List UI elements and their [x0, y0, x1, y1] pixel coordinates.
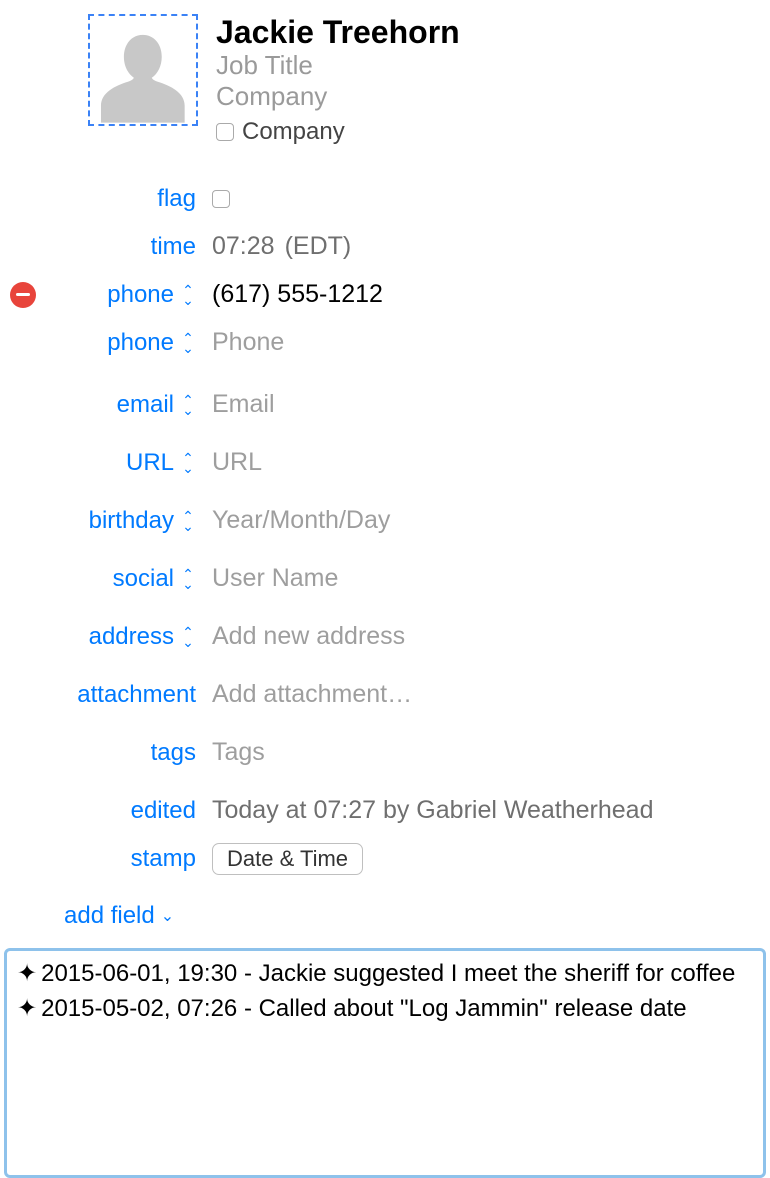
row-time: time 07:28 (EDT) [10, 226, 760, 268]
attachment-placeholder[interactable]: Add attachment… [212, 680, 412, 709]
label-social[interactable]: social [113, 565, 174, 593]
row-social: social ⌃⌄ User Name [10, 558, 760, 600]
field-type-selector-icon[interactable]: ⌃⌄ [180, 395, 196, 415]
contact-header: Jackie Treehorn Job Title Company Compan… [10, 10, 760, 152]
field-type-selector-icon[interactable]: ⌃⌄ [180, 285, 196, 305]
label-phone-1[interactable]: phone [107, 281, 174, 309]
label-time[interactable]: time [151, 233, 196, 261]
field-type-selector-icon[interactable]: ⌃⌄ [180, 569, 196, 589]
field-type-selector-icon[interactable]: ⌃⌄ [180, 333, 196, 353]
company-field[interactable]: Company [216, 81, 460, 112]
label-attachment[interactable]: attachment [77, 681, 196, 709]
row-tags: tags Tags [10, 732, 760, 774]
row-flag: flag [10, 178, 760, 220]
label-address[interactable]: address [89, 623, 174, 651]
time-value: 07:28 [212, 232, 275, 261]
label-phone-2[interactable]: phone [107, 329, 174, 357]
url-placeholder[interactable]: URL [212, 448, 262, 477]
tags-placeholder[interactable]: Tags [212, 738, 265, 767]
social-placeholder[interactable]: User Name [212, 564, 338, 593]
birthday-placeholder[interactable]: Year/Month/Day [212, 506, 390, 535]
row-address: address ⌃⌄ Add new address [10, 616, 760, 658]
row-phone-1: phone ⌃⌄ (617) 555-1212 [60, 274, 760, 316]
note-line: ✦ 2015-05-02, 07:26 - Called about "Log … [17, 992, 753, 1027]
avatar-placeholder[interactable] [88, 14, 198, 126]
row-email: email ⌃⌄ Email [10, 384, 760, 426]
edited-value: Today at 07:27 by Gabriel Weatherhead [212, 796, 654, 825]
row-stamp: stamp Date & Time [10, 838, 760, 880]
notes-textarea[interactable]: ✦ 2015-06-01, 19:30 - Jackie suggested I… [4, 948, 766, 1178]
note-bullet-icon: ✦ [17, 992, 37, 1027]
time-tz: (EDT) [285, 232, 352, 261]
row-url: URL ⌃⌄ URL [10, 442, 760, 484]
email-placeholder[interactable]: Email [212, 390, 275, 419]
field-type-selector-icon[interactable]: ⌃⌄ [180, 511, 196, 531]
field-list: flag time 07:28 (EDT) phone ⌃⌄ (617) 555… [10, 178, 760, 880]
note-line: ✦ 2015-06-01, 19:30 - Jackie suggested I… [17, 957, 753, 992]
flag-checkbox[interactable] [212, 190, 230, 208]
note-text: 2015-05-02, 07:26 - Called about "Log Ja… [41, 992, 753, 1027]
row-birthday: birthday ⌃⌄ Year/Month/Day [10, 500, 760, 542]
chevron-down-icon: ⌄ [161, 906, 174, 926]
stamp-button[interactable]: Date & Time [212, 843, 363, 875]
field-type-selector-icon[interactable]: ⌃⌄ [180, 453, 196, 473]
row-edited: edited Today at 07:27 by Gabriel Weather… [10, 790, 760, 832]
address-placeholder[interactable]: Add new address [212, 622, 405, 651]
company-checkbox-label: Company [242, 118, 345, 146]
label-stamp: stamp [131, 845, 196, 873]
note-bullet-icon: ✦ [17, 957, 37, 992]
label-url[interactable]: URL [126, 449, 174, 477]
note-text: 2015-06-01, 19:30 - Jackie suggested I m… [41, 957, 753, 992]
contact-card: Jackie Treehorn Job Title Company Compan… [0, 0, 770, 930]
person-silhouette-icon [93, 22, 193, 124]
label-edited: edited [131, 797, 196, 825]
phone-value-1[interactable]: (617) 555-1212 [212, 280, 383, 309]
remove-phone-button[interactable] [10, 282, 36, 308]
add-field-button[interactable]: add field ⌄ [64, 902, 174, 930]
row-phone-2: phone ⌃⌄ Phone [10, 322, 760, 364]
row-attachment: attachment Add attachment… [10, 674, 760, 716]
job-title-field[interactable]: Job Title [216, 50, 460, 81]
phone-placeholder-2[interactable]: Phone [212, 328, 284, 357]
label-flag[interactable]: flag [157, 185, 196, 213]
company-checkbox[interactable] [216, 123, 234, 141]
field-type-selector-icon[interactable]: ⌃⌄ [180, 627, 196, 647]
contact-name[interactable]: Jackie Treehorn [216, 16, 460, 50]
label-email[interactable]: email [117, 391, 174, 419]
label-tags[interactable]: tags [151, 739, 196, 767]
add-field-label: add field [64, 902, 155, 930]
label-birthday[interactable]: birthday [89, 507, 174, 535]
